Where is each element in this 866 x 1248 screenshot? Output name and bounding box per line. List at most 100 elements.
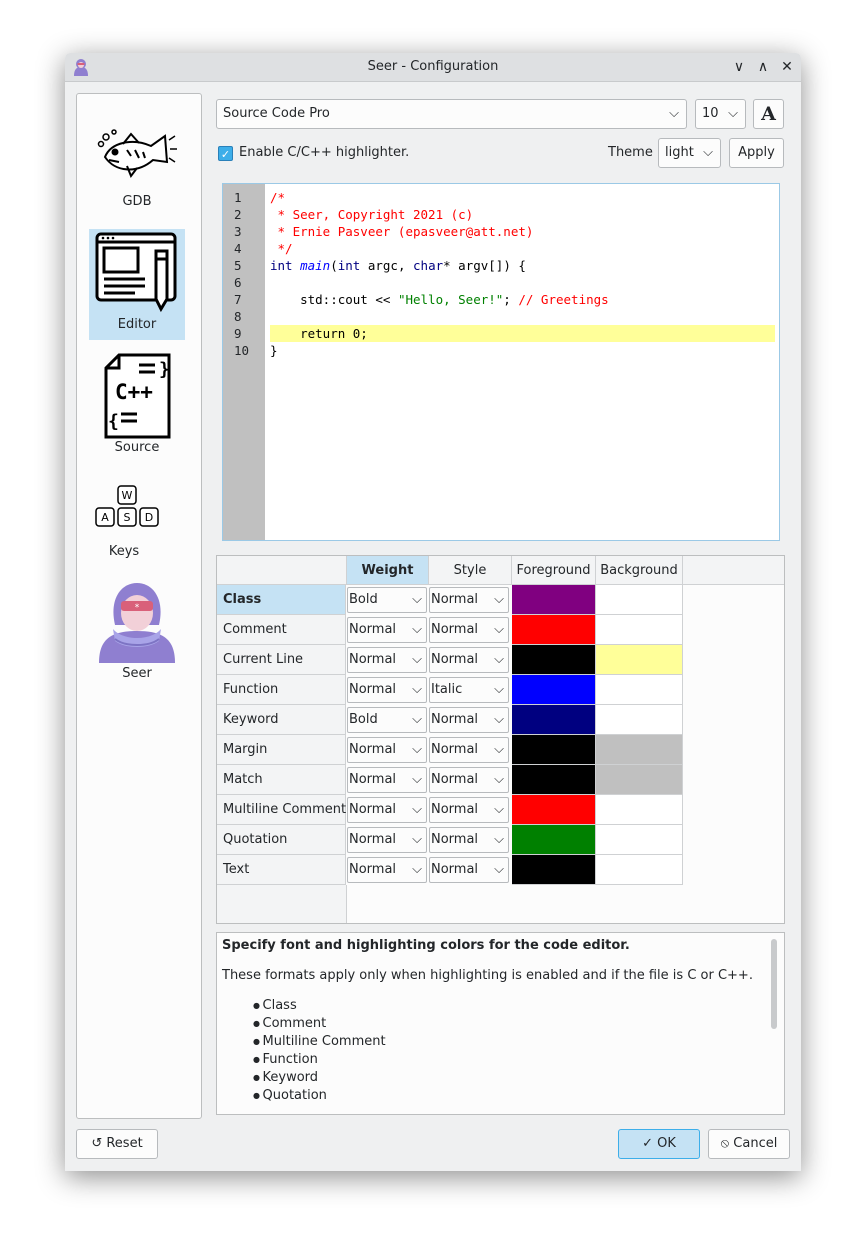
row-header[interactable]: Text bbox=[217, 855, 346, 885]
help-scrollbar[interactable] bbox=[771, 939, 777, 1029]
background-color-swatch[interactable] bbox=[596, 675, 683, 705]
weight-combo[interactable]: Normal ⌵ bbox=[347, 647, 427, 673]
sidebar-item-seer[interactable]: * Seer bbox=[89, 579, 185, 684]
foreground-color-swatch[interactable] bbox=[512, 795, 596, 825]
font-size-combo[interactable]: 10 ⌵ bbox=[695, 99, 746, 129]
column-header-style[interactable]: Style bbox=[429, 556, 512, 585]
help-text-panel[interactable]: Specify font and highlighting colors for… bbox=[216, 932, 785, 1115]
chevron-down-icon: ⌵ bbox=[494, 682, 504, 697]
background-color-swatch[interactable] bbox=[596, 705, 683, 735]
line-number: 4 bbox=[234, 241, 242, 256]
weight-combo[interactable]: Bold ⌵ bbox=[347, 587, 427, 613]
style-combo[interactable]: Normal ⌵ bbox=[429, 647, 509, 673]
code-line: * Seer, Copyright 2021 (c) bbox=[270, 206, 775, 223]
column-header-weight[interactable]: Weight bbox=[347, 556, 429, 585]
sidebar-item-label: Seer bbox=[122, 666, 152, 681]
column-header-background[interactable]: Background bbox=[596, 556, 683, 585]
enable-highlighter-checkbox[interactable]: ✓ bbox=[218, 146, 233, 161]
weight-value: Normal bbox=[349, 682, 397, 697]
row-header[interactable]: Keyword bbox=[217, 705, 346, 735]
style-value: Normal bbox=[431, 832, 479, 847]
close-button[interactable]: ✕ bbox=[777, 57, 797, 77]
foreground-color-swatch[interactable] bbox=[512, 825, 596, 855]
maximize-button[interactable]: ∧ bbox=[753, 57, 773, 77]
background-color-swatch[interactable] bbox=[596, 825, 683, 855]
chevron-down-icon: ⌵ bbox=[412, 832, 422, 847]
background-color-swatch[interactable] bbox=[596, 765, 683, 795]
font-family-combo[interactable]: Source Code Pro ⌵ bbox=[216, 99, 687, 129]
row-header[interactable]: Multiline Comment bbox=[217, 795, 346, 825]
style-combo[interactable]: Normal ⌵ bbox=[429, 737, 509, 763]
foreground-color-swatch[interactable] bbox=[512, 765, 596, 795]
code-token: * argv[]) { bbox=[443, 258, 526, 273]
window-title: Seer - Configuration bbox=[367, 59, 499, 74]
weight-value: Bold bbox=[349, 592, 378, 607]
sidebar-item-source[interactable]: } C++ { Source bbox=[89, 352, 185, 462]
foreground-color-swatch[interactable] bbox=[512, 855, 596, 885]
foreground-color-swatch[interactable] bbox=[512, 585, 596, 615]
foreground-color-swatch[interactable] bbox=[512, 735, 596, 765]
line-number: 3 bbox=[234, 224, 242, 239]
style-combo[interactable]: Italic ⌵ bbox=[429, 677, 509, 703]
theme-label: Theme bbox=[608, 145, 653, 160]
code-line: std::cout << "Hello, Seer!"; // Greeting… bbox=[270, 291, 775, 308]
enable-highlighter-label: Enable C/C++ highlighter. bbox=[239, 145, 410, 160]
style-combo[interactable]: Normal ⌵ bbox=[429, 857, 509, 883]
foreground-color-swatch[interactable] bbox=[512, 645, 596, 675]
sidebar-item-editor[interactable]: Editor bbox=[89, 229, 185, 340]
weight-combo[interactable]: Normal ⌵ bbox=[347, 767, 427, 793]
row-header[interactable]: Margin bbox=[217, 735, 346, 765]
column-header-foreground[interactable]: Foreground bbox=[512, 556, 596, 585]
row-header[interactable]: Current Line bbox=[217, 645, 346, 675]
background-color-swatch[interactable] bbox=[596, 615, 683, 645]
style-combo[interactable]: Normal ⌵ bbox=[429, 767, 509, 793]
background-color-swatch[interactable] bbox=[596, 795, 683, 825]
code-token: } bbox=[270, 343, 278, 358]
weight-value: Bold bbox=[349, 712, 378, 727]
row-header[interactable]: Function bbox=[217, 675, 346, 705]
foreground-color-swatch[interactable] bbox=[512, 615, 596, 645]
foreground-color-swatch[interactable] bbox=[512, 675, 596, 705]
weight-combo[interactable]: Normal ⌵ bbox=[347, 797, 427, 823]
weight-combo[interactable]: Normal ⌵ bbox=[347, 677, 427, 703]
reset-button[interactable]: ↺ Reset bbox=[76, 1129, 158, 1159]
svg-text:}: } bbox=[159, 359, 170, 380]
style-combo[interactable]: Normal ⌵ bbox=[429, 797, 509, 823]
weight-combo[interactable]: Bold ⌵ bbox=[347, 707, 427, 733]
font-icon: A bbox=[761, 103, 776, 125]
weight-combo[interactable]: Normal ⌵ bbox=[347, 857, 427, 883]
help-bullet: ● Quotation bbox=[253, 1088, 327, 1103]
code-editor-preview[interactable]: 1 /* 2 * Seer, Copyright 2021 (c) 3 * Ernie… bbox=[222, 183, 780, 541]
foreground-color-swatch[interactable] bbox=[512, 705, 596, 735]
background-color-swatch[interactable] bbox=[596, 585, 683, 615]
font-chooser-button[interactable]: A bbox=[753, 99, 784, 129]
theme-combo[interactable]: light ⌵ bbox=[658, 138, 721, 168]
title-bar[interactable]: Seer - Configuration ∨ ∧ ✕ bbox=[65, 53, 801, 82]
apply-button[interactable]: Apply bbox=[729, 138, 784, 168]
weight-value: Normal bbox=[349, 652, 397, 667]
svg-text:W: W bbox=[122, 489, 133, 502]
help-heading: Specify font and highlighting colors for… bbox=[222, 938, 630, 953]
cancel-button[interactable]: ⦸ Cancel bbox=[708, 1129, 790, 1159]
style-combo[interactable]: Normal ⌵ bbox=[429, 827, 509, 853]
row-header[interactable]: Comment bbox=[217, 615, 346, 645]
settings-sidebar: GDB Editor } C++ {Source W A S D Keys *… bbox=[76, 93, 202, 1119]
background-color-swatch[interactable] bbox=[596, 855, 683, 885]
row-header[interactable]: Class bbox=[217, 585, 346, 615]
row-header[interactable]: Quotation bbox=[217, 825, 346, 855]
table-corner bbox=[217, 556, 347, 585]
style-combo[interactable]: Normal ⌵ bbox=[429, 617, 509, 643]
sidebar-item-gdb[interactable]: GDB bbox=[89, 108, 185, 218]
ok-button[interactable]: ✓ OK bbox=[618, 1129, 700, 1159]
weight-combo[interactable]: Normal ⌵ bbox=[347, 617, 427, 643]
style-combo[interactable]: Normal ⌵ bbox=[429, 707, 509, 733]
row-header[interactable]: Match bbox=[217, 765, 346, 795]
minimize-button[interactable]: ∨ bbox=[729, 57, 749, 77]
chevron-down-icon: ⌵ bbox=[494, 622, 504, 637]
weight-combo[interactable]: Normal ⌵ bbox=[347, 737, 427, 763]
weight-combo[interactable]: Normal ⌵ bbox=[347, 827, 427, 853]
sidebar-item-keys[interactable]: W A S D Keys bbox=[89, 482, 185, 562]
background-color-swatch[interactable] bbox=[596, 645, 683, 675]
background-color-swatch[interactable] bbox=[596, 735, 683, 765]
style-combo[interactable]: Normal ⌵ bbox=[429, 587, 509, 613]
